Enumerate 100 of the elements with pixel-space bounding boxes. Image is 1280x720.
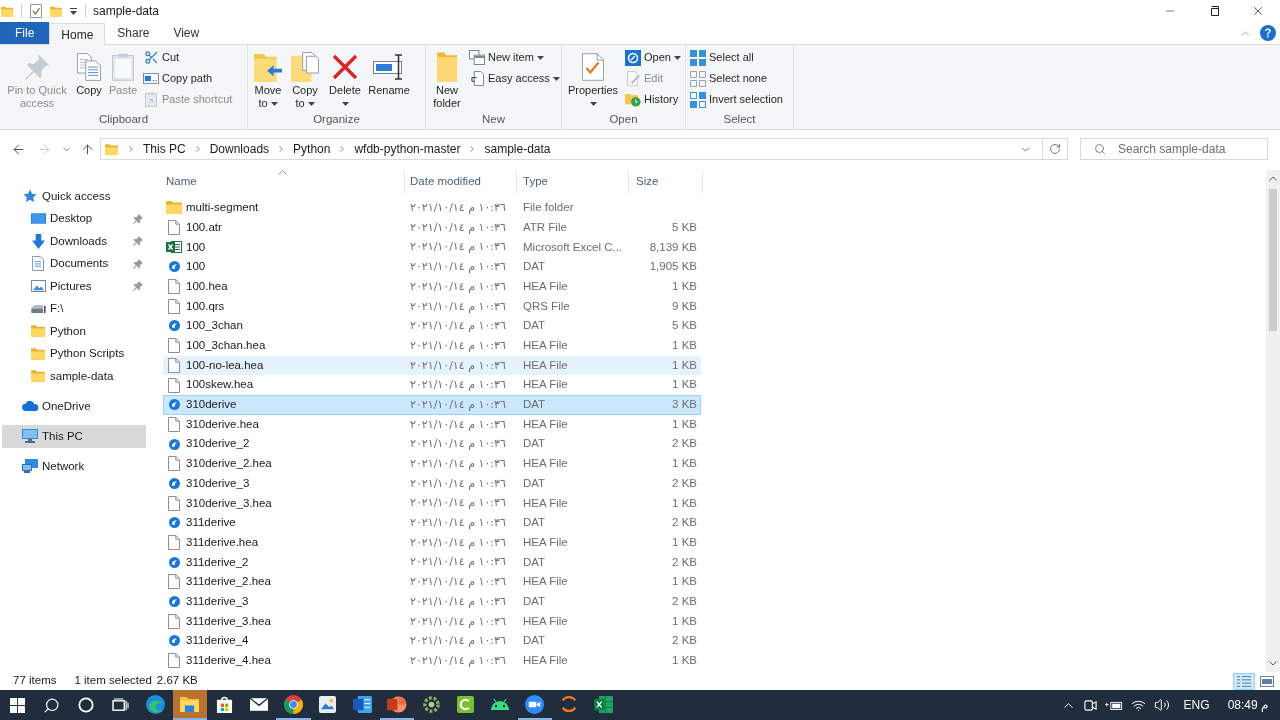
column-header[interactable]: Name	[160, 171, 405, 193]
breadcrumb[interactable]: sample-data	[484, 140, 551, 158]
column-header[interactable]: Date modified	[405, 171, 517, 193]
ribbon-command[interactable]: Easy access	[468, 68, 561, 89]
ribbon-button[interactable]: Copy to	[288, 47, 322, 110]
pin-icon	[133, 281, 143, 292]
search-icon	[1094, 143, 1106, 155]
ribbon-command[interactable]: Select none	[689, 68, 784, 89]
round-file-icon	[168, 556, 180, 568]
file-name: 311derive_4.hea	[186, 653, 271, 669]
column-header[interactable]: Type	[517, 171, 629, 193]
nav-item[interactable]: Python Scripts	[2, 342, 146, 365]
nav-item[interactable]: Downloads	[2, 230, 146, 253]
caret-icon	[673, 55, 681, 60]
ribbon-command[interactable]: Copy path	[142, 68, 234, 89]
group-label: New	[482, 112, 505, 128]
nav-item[interactable]: sample-data	[2, 365, 146, 388]
file-type: DAT	[523, 634, 546, 647]
nav-item[interactable]: Documents	[2, 252, 146, 275]
folder-clock-icon	[625, 92, 641, 107]
wifi-icon[interactable]	[1130, 697, 1146, 713]
window-title: sample-data	[93, 3, 160, 20]
blank-file-icon	[168, 456, 180, 472]
scroll-thumb[interactable]	[1269, 189, 1277, 331]
ribbon-tab[interactable]: Home	[49, 23, 106, 45]
dropdown-caret-icon[interactable]	[70, 7, 77, 15]
blank-file-icon	[168, 416, 180, 432]
battery-plug-icon[interactable]	[1104, 699, 1123, 711]
nav-item[interactable]: Network	[2, 455, 146, 478]
breadcrumb[interactable]: Python	[293, 140, 331, 158]
modified-date: ٢٠٢١/١٠/١٤ م ١٠:٣٦	[410, 535, 506, 549]
folder-icon	[437, 52, 457, 82]
file-size: 5 KB	[672, 220, 697, 233]
page-check-icon[interactable]	[30, 4, 42, 18]
nav-item[interactable]: Pictures	[2, 275, 146, 298]
file-name: 311derive	[186, 515, 236, 531]
ribbon-button[interactable]: Copy	[74, 47, 104, 97]
scrollbar[interactable]	[1266, 170, 1280, 672]
ribbon-command[interactable]: History	[624, 89, 682, 110]
file-name: 100.hea	[186, 278, 228, 294]
ribbon-button[interactable]: Move to	[251, 47, 285, 110]
nav-item[interactable]: OneDrive	[2, 395, 146, 418]
address-field[interactable]: This PC Downloads Python wfdb-python-master sample-data	[100, 138, 1043, 160]
ribbon-command[interactable]: Select all	[689, 47, 784, 68]
ribbon-tab[interactable]: View	[161, 22, 212, 44]
desktop-icon	[30, 213, 46, 225]
refresh-button[interactable]	[1043, 138, 1068, 160]
pin-icon	[133, 236, 143, 247]
clipboard-icon	[112, 53, 134, 81]
speaker-icon[interactable]	[1153, 697, 1170, 713]
nav-item[interactable]: This PC	[2, 425, 146, 448]
file-name: 100.atr	[186, 219, 222, 235]
arcs-logo-icon	[561, 695, 578, 713]
ribbon-command[interactable]: New item	[468, 47, 561, 68]
search-field[interactable]: Search sample-data	[1080, 138, 1268, 160]
taskbar-app-button[interactable]	[172, 690, 207, 720]
start-icon	[9, 697, 25, 713]
language-indicator[interactable]: ENG	[1183, 696, 1210, 714]
caret-icon	[552, 76, 560, 81]
file-name: 311derive.hea	[186, 534, 259, 550]
column-header[interactable]: Size	[629, 171, 703, 193]
video-call-icon[interactable]	[1083, 697, 1097, 713]
modified-date: ٢٠٢١/١٠/١٤ م ١٠:٣٦	[410, 634, 506, 648]
breadcrumb[interactable]: This PC	[143, 140, 186, 158]
breadcrumb[interactable]: wfdb-python-master	[354, 140, 461, 158]
clock[interactable]: 08:49 م	[1227, 696, 1268, 714]
modified-date: ٢٠٢١/١٠/١٤ م ١٠:٣٦	[410, 496, 506, 510]
nav-item[interactable]: F:\	[2, 297, 146, 320]
file-size: 1 KB	[672, 575, 697, 588]
ribbon-button[interactable]: New folder	[429, 47, 465, 110]
folder-icon	[31, 325, 45, 338]
nav-item[interactable]: Quick access	[2, 185, 146, 208]
ribbon-command[interactable]: Invert selection	[689, 89, 784, 110]
ribbon-button[interactable]: Delete	[325, 47, 365, 110]
file-size: 1 KB	[672, 358, 697, 371]
help-icon[interactable]	[1260, 25, 1276, 41]
blank-file-icon	[168, 357, 180, 373]
ribbon-command[interactable]: Open	[624, 47, 682, 68]
file-size: 3 KB	[672, 398, 697, 411]
scroll-up-icon	[1269, 176, 1277, 181]
ribbon-tab[interactable]: File	[0, 22, 50, 44]
round-file-icon	[168, 399, 180, 411]
nav-item[interactable]: Python	[2, 320, 146, 343]
breadcrumb[interactable]: Downloads	[209, 140, 270, 158]
file-size: 2 KB	[672, 437, 697, 450]
file-name: 310derive_3	[186, 475, 250, 491]
ribbon-button[interactable]: Rename	[368, 47, 410, 97]
ribbon-button[interactable]: Properties	[565, 47, 621, 110]
nav-item[interactable]: Desktop	[2, 207, 146, 230]
ribbon-command[interactable]: Cut	[142, 47, 234, 68]
text-field-cursor-icon	[373, 54, 405, 80]
blank-file-icon	[168, 653, 180, 669]
view-toggle[interactable]	[1233, 672, 1255, 690]
group-label: Clipboard	[98, 112, 149, 128]
file-size: 5 KB	[672, 319, 697, 332]
file-name: 100_3chan.hea	[186, 338, 266, 354]
file-size: 1 KB	[672, 457, 697, 470]
clipboard-icon	[145, 92, 157, 107]
ribbon-tab[interactable]: Share	[105, 22, 162, 44]
download-arrow-icon	[31, 233, 45, 249]
